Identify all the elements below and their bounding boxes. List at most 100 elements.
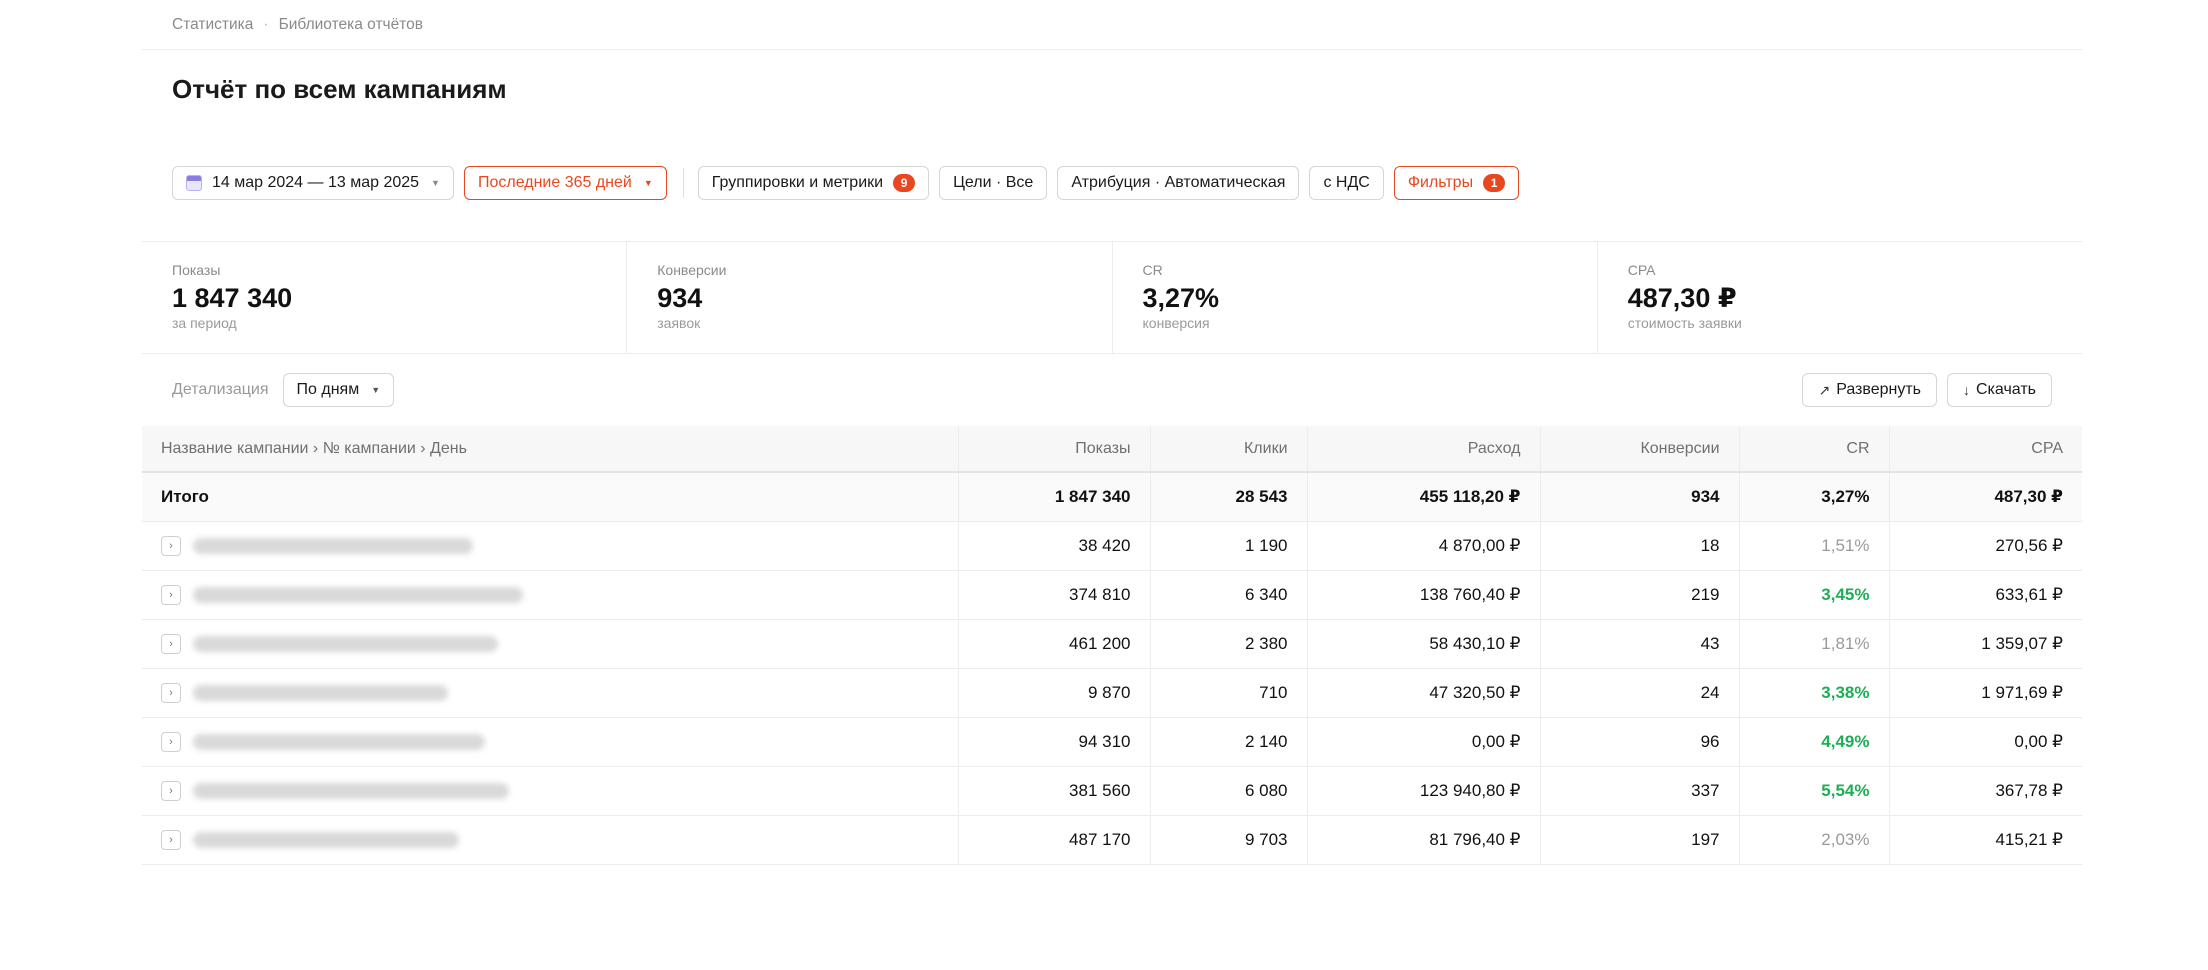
kpi-value: 3,27%	[1142, 283, 1220, 313]
total-label: Итого	[142, 472, 959, 522]
cell-clicks: 1 190	[1150, 521, 1308, 571]
breadcrumb-separator: ·	[263, 15, 269, 33]
download-label: Скачать	[1976, 381, 2036, 398]
table-row[interactable]: › 38 420 1 190 4 870,00 ₽18 1,51% 270,56 ₽	[142, 521, 2082, 571]
cell-shows: 38 420	[958, 521, 1151, 571]
cell-spend: 0,00 ₽	[1307, 717, 1541, 767]
kpi-value: 934	[657, 283, 703, 313]
period-preset-dropdown[interactable]: Последние 365 дней ▼	[463, 165, 667, 200]
table-row[interactable]: › 381 560 6 080 123 940,80 ₽337 5,54% 367,78 …	[142, 766, 2082, 816]
filters-label: Фильтры	[1407, 173, 1474, 191]
cell-clicks: 2 380	[1150, 619, 1308, 669]
cell-cr: 3,38%	[1739, 668, 1890, 718]
cell-campaign-name: ›	[142, 521, 959, 571]
cell-clicks: 28 543	[1150, 472, 1308, 522]
cell-cpa: 415,21 ₽	[1889, 815, 2082, 865]
cell-clicks: 6 340	[1150, 570, 1308, 620]
kpi-cpa: CPA 487,30 ₽ стоимость заявки	[1598, 242, 2082, 353]
cell-shows: 9 870	[958, 668, 1151, 718]
cell-campaign-name: ›	[142, 619, 959, 669]
kpi-caption: заявок	[657, 315, 701, 331]
cell-conversions: 24	[1540, 668, 1740, 718]
chevron-down-icon: ▼	[371, 385, 381, 395]
cell-campaign-name: ›	[142, 815, 959, 865]
date-range-picker[interactable]: 14 мар 2024 — 13 мар 2025 ▼	[172, 165, 454, 200]
attribution-button[interactable]: Атрибуция · Автоматическая	[1057, 165, 1300, 200]
date-range-label: 14 мар 2024 — 13 мар 2025	[212, 173, 420, 191]
cell-conversions: 43	[1540, 619, 1740, 669]
expand-row-chevron-icon[interactable]: ›	[161, 633, 181, 654]
breadcrumb-item-statistics[interactable]: Статистика	[172, 16, 253, 34]
redacted-campaign-name	[193, 684, 448, 701]
table-row[interactable]: › 94 310 2 140 0,00 ₽96 4,49% 0,00 ₽	[142, 717, 2082, 767]
expand-row-chevron-icon[interactable]: ›	[161, 829, 181, 850]
goals-button[interactable]: Цели · Все	[939, 165, 1048, 200]
cell-shows: 1 847 340	[958, 472, 1151, 522]
table-row[interactable]: › 9 870 710 47 320,50 ₽24 3,38% 1 971,69 ₽	[142, 668, 2082, 718]
column-header-clicks[interactable]: Клики	[1150, 426, 1308, 473]
expand-row-chevron-icon[interactable]: ›	[161, 780, 181, 801]
cell-cpa: 367,78 ₽	[1889, 766, 2082, 816]
expand-label: Развернуть	[1836, 381, 1921, 398]
redacted-campaign-name	[193, 635, 498, 652]
toolbar: 14 мар 2024 — 13 мар 2025 ▼ Последние 36…	[142, 140, 2082, 242]
cell-conversions: 934	[1540, 472, 1740, 522]
cell-spend: 4 870,00 ₽	[1307, 521, 1541, 571]
cell-campaign-name: ›	[142, 668, 959, 718]
cell-conversions: 219	[1540, 570, 1740, 620]
redacted-campaign-name	[193, 537, 473, 554]
expand-row-chevron-icon[interactable]: ›	[161, 682, 181, 703]
column-header-shows[interactable]: Показы	[958, 426, 1151, 473]
cell-conversions: 337	[1540, 766, 1740, 816]
filters-button[interactable]: Фильтры 1	[1393, 165, 1520, 200]
cell-cpa: 270,56 ₽	[1889, 521, 2082, 571]
table-header-row: Название кампании › № кампании › День По…	[142, 426, 2082, 473]
kpi-conversions: Конверсии 934 заявок	[627, 242, 1113, 353]
cell-cr: 1,81%	[1739, 619, 1890, 669]
cell-cr: 3,45%	[1739, 570, 1890, 620]
expand-row-chevron-icon[interactable]: ›	[161, 584, 181, 605]
chevron-down-icon: ▼	[643, 177, 653, 188]
expand-button[interactable]: ↗ Развернуть	[1802, 373, 1937, 407]
attribution-label: Атрибуция · Автоматическая	[1071, 173, 1286, 191]
cell-shows: 381 560	[958, 766, 1151, 816]
table-row[interactable]: › 374 810 6 340 138 760,40 ₽219 3,45% 633,61 …	[142, 570, 2082, 620]
column-header-spend[interactable]: Расход	[1307, 426, 1541, 473]
cell-conversions: 197	[1540, 815, 1740, 865]
total-row: Итого 1 847 340 28 543 455 118,20 ₽ 934 …	[142, 472, 2082, 522]
table-row[interactable]: › 487 170 9 703 81 796,40 ₽197 2,03% 415,21 ₽	[142, 815, 2082, 865]
kpi-caption: за период	[172, 315, 237, 331]
cell-cr: 2,03%	[1739, 815, 1890, 865]
redacted-campaign-name	[193, 586, 523, 603]
cell-spend: 81 796,40 ₽	[1307, 815, 1541, 865]
column-header-campaign[interactable]: Название кампании › № кампании › День	[142, 426, 959, 473]
expand-row-chevron-icon[interactable]: ›	[161, 535, 181, 556]
kpi-caption: конверсия	[1142, 315, 1210, 331]
column-header-cr[interactable]: CR	[1739, 426, 1890, 473]
expand-arrow-icon: ↗	[1818, 381, 1831, 398]
column-header-cpa[interactable]: CPA	[1889, 426, 2082, 473]
table-row[interactable]: › 461 200 2 380 58 430,10 ₽43 1,81% 1 359,07 …	[142, 619, 2082, 669]
report-page: Статистика · Библиотека отчётов Отчёт по…	[142, 0, 2082, 865]
column-header-conversions[interactable]: Конверсии	[1540, 426, 1740, 473]
cell-spend: 138 760,40 ₽	[1307, 570, 1541, 620]
cell-campaign-name: ›	[142, 766, 959, 816]
cell-conversions: 18	[1540, 521, 1740, 571]
cell-shows: 461 200	[958, 619, 1151, 669]
download-button[interactable]: ↓ Скачать	[1947, 373, 2052, 407]
redacted-campaign-name	[193, 831, 459, 848]
breadcrumb-item-library[interactable]: Библиотека отчётов	[279, 16, 423, 34]
cell-cr: 5,54%	[1739, 766, 1890, 816]
expand-row-chevron-icon[interactable]: ›	[161, 731, 181, 752]
cell-cr: 3,27%	[1739, 472, 1890, 522]
detail-granularity-select[interactable]: По дням ▼	[282, 373, 395, 407]
kpi-label: CPA	[1627, 262, 1656, 278]
cell-spend: 58 430,10 ₽	[1307, 619, 1541, 669]
groupings-metrics-button[interactable]: Группировки и метрики 9	[697, 165, 930, 200]
vat-toggle[interactable]: с НДС	[1309, 165, 1384, 200]
kpi-caption: стоимость заявки	[1627, 315, 1742, 331]
redacted-campaign-name	[193, 782, 509, 799]
page-title: Отчёт по всем кампаниям	[172, 74, 507, 104]
cell-cpa: 1 971,69 ₽	[1889, 668, 2082, 718]
kpi-value: 1 847 340	[172, 283, 293, 313]
